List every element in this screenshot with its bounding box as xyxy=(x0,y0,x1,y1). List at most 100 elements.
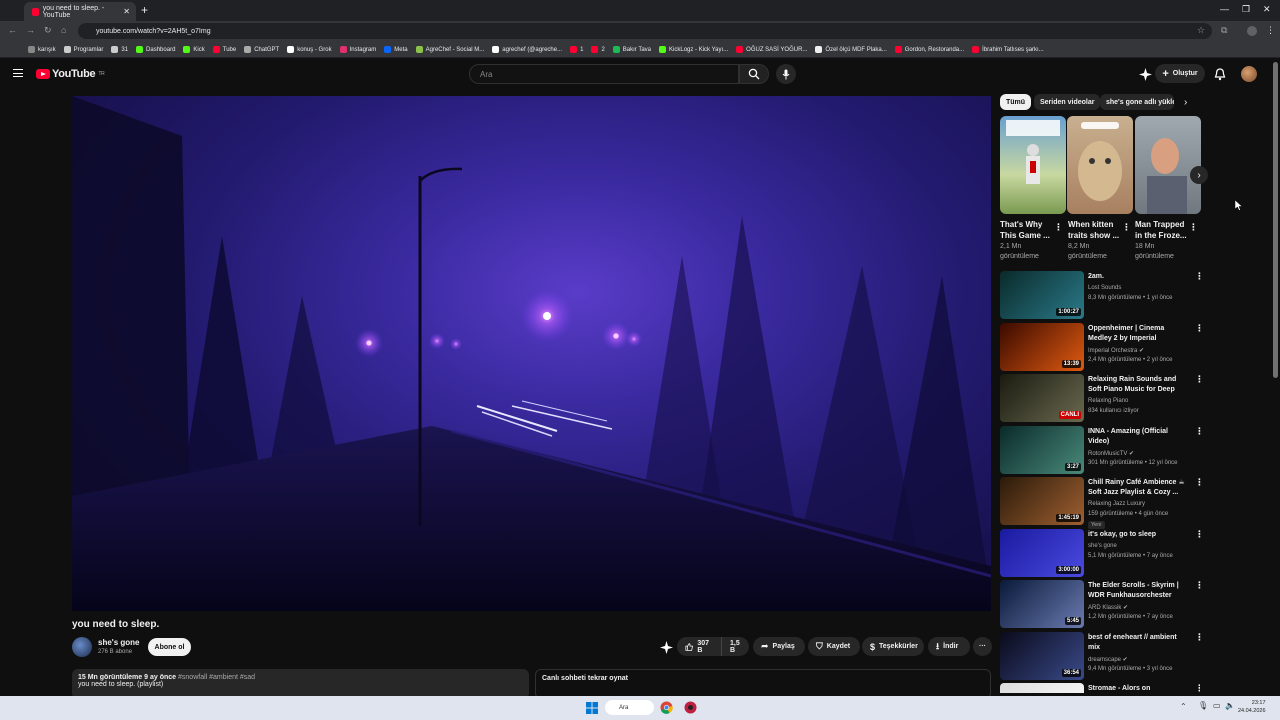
recommendation-thumbnail[interactable]: 36:54 xyxy=(1000,631,1084,680)
chip-uploader[interactable]: she's gone adlı yükleyiciden xyxy=(1100,94,1174,110)
recommendation-thumbnail[interactable]: 3:27 xyxy=(1000,425,1084,474)
short-menu-icon[interactable]: ⋮ xyxy=(1054,222,1063,233)
minimize-icon[interactable]: — xyxy=(1220,4,1229,14)
recommendation-menu-icon[interactable]: ⋮ xyxy=(1195,683,1200,693)
home-icon[interactable]: ⌂ xyxy=(61,25,66,35)
subscribe-button[interactable]: Abone ol xyxy=(148,638,191,656)
recommendation-thumbnail[interactable]: 5:45 xyxy=(1000,580,1084,628)
bookmark-item[interactable]: ChatGPT xyxy=(244,46,279,53)
channel-name[interactable]: she's gone xyxy=(98,638,139,647)
like-button[interactable]: 307 B xyxy=(677,637,721,656)
tray-chevron-icon[interactable]: ⌃ xyxy=(1180,702,1187,711)
recommendation-item[interactable]: 1:00:27 2am. Lost Sounds 8,3 Mn görüntüleme… xyxy=(1000,271,1204,319)
recommendation-item[interactable]: 13:39 Oppenheimer | Cinema Medley 2 by Im… xyxy=(1000,322,1204,371)
bookmark-item[interactable]: Programlar xyxy=(63,46,103,53)
recommendation-channel[interactable]: ARD Klassik ✔ xyxy=(1088,604,1128,611)
bookmark-item[interactable]: agrechef (@agreche... xyxy=(492,46,562,53)
recommendation-menu-icon[interactable]: ⋮ xyxy=(1195,323,1204,334)
bookmark-item[interactable]: 31 xyxy=(111,46,128,53)
account-avatar[interactable] xyxy=(1241,66,1257,82)
extensions-icon[interactable]: ⧉ xyxy=(1221,25,1227,36)
bookmark-item[interactable]: AgreChef - Social M... xyxy=(415,46,484,53)
recommendation-channel[interactable]: RotonMusicTV ✔ xyxy=(1088,450,1134,457)
hashtags[interactable]: #snowfall #ambient #sad xyxy=(178,674,255,681)
recommendation-channel[interactable]: Relaxing Piano xyxy=(1088,398,1128,404)
recommendation-menu-icon[interactable]: ⋮ xyxy=(1195,271,1204,282)
recommendation-channel[interactable]: she's gone xyxy=(1088,543,1117,549)
bookmark-item[interactable]: Bakır Tava xyxy=(612,46,651,53)
short-menu-icon[interactable]: ⋮ xyxy=(1189,222,1198,233)
shorts-next-icon[interactable]: › xyxy=(1190,166,1208,184)
recommendation-title[interactable]: it's okay, go to sleep xyxy=(1088,530,1188,540)
recommendation-menu-icon[interactable]: ⋮ xyxy=(1195,529,1204,540)
chip-next-icon[interactable]: › xyxy=(1184,97,1187,108)
maximize-icon[interactable]: ❐ xyxy=(1242,4,1250,15)
more-actions-button[interactable]: ··· xyxy=(973,637,992,656)
bookmark-item[interactable]: konuş - Grok xyxy=(287,46,332,53)
recommendation-menu-icon[interactable]: ⋮ xyxy=(1195,580,1204,591)
back-icon[interactable]: ← xyxy=(8,25,17,35)
thanks-button[interactable]: $ Teşekkürler xyxy=(862,637,924,656)
bookmark-item[interactable]: Tube xyxy=(212,46,236,53)
recommendation-menu-icon[interactable]: ⋮ xyxy=(1195,632,1204,643)
volume-icon[interactable]: 🔈 xyxy=(1225,701,1235,710)
recommendation-title[interactable]: Stromae - Alors on xyxy=(1088,684,1188,693)
recommendation-thumbnail[interactable] xyxy=(1000,683,1084,693)
forward-icon[interactable]: → xyxy=(26,25,35,35)
bookmark-item[interactable]: 1 xyxy=(570,46,583,53)
reload-icon[interactable]: ↻ xyxy=(44,25,52,36)
chip-all[interactable]: Tümü xyxy=(1000,94,1032,110)
bookmark-item[interactable]: OĞUZ SASİ YOĞUR... xyxy=(736,46,807,53)
share-button[interactable]: ➦ Paylaş xyxy=(753,637,805,656)
recommendation-title[interactable]: The Elder Scrolls - Skyrim | WDR Funkhau… xyxy=(1088,581,1188,601)
recommendation-item[interactable]: 1:45:19 Chill Rainy Café Ambience ☕ Soft … xyxy=(1000,477,1204,529)
recommendation-channel[interactable]: Imperial Orchestra ✔ xyxy=(1088,347,1144,354)
youtube-logo[interactable]: YouTube TR xyxy=(36,68,105,80)
bookmark-item[interactable]: karışık xyxy=(28,46,56,53)
tab-close-icon[interactable]: ✕ xyxy=(123,7,130,16)
download-button[interactable]: ⭳ İndir xyxy=(928,637,970,656)
chip-series[interactable]: Seriden videolar xyxy=(1034,94,1101,110)
hamburger-menu-icon[interactable] xyxy=(13,69,23,77)
bookmark-item[interactable]: Özel ölçü MDF Plaka... xyxy=(815,46,887,53)
recommendation-title[interactable]: 2am. xyxy=(1088,272,1188,282)
recommendation-item[interactable]: CANLI Relaxing Rain Sounds and Soft Piano… xyxy=(1000,374,1204,422)
bookmark-star-icon[interactable]: ☆ xyxy=(1197,25,1205,36)
bookmark-item[interactable]: Kick xyxy=(183,46,205,53)
short-thumbnail[interactable] xyxy=(1067,116,1133,214)
bookmark-item[interactable]: İbrahim Tatlıses şarkı... xyxy=(972,46,1044,53)
voice-search-button[interactable] xyxy=(776,64,796,84)
recommendation-thumbnail[interactable]: 1:45:19 xyxy=(1000,477,1084,525)
recommendation-item[interactable]: 3:27 INNA - Amazing (Official Video) Roton… xyxy=(1000,425,1204,474)
recommendation-thumbnail[interactable]: 1:00:27 xyxy=(1000,271,1084,319)
windows-start-icon[interactable] xyxy=(586,702,598,714)
recommendation-channel[interactable]: Lost Sounds xyxy=(1088,285,1121,291)
live-chat-replay[interactable]: Canlı sohbeti tekrar oynat xyxy=(535,669,991,699)
create-button[interactable]: + Oluştur xyxy=(1155,64,1205,83)
dislike-button[interactable]: 1,5 B xyxy=(721,637,749,656)
search-button[interactable] xyxy=(739,64,769,84)
recommendation-item[interactable]: 5:45 The Elder Scrolls - Skyrim | WDR Fun… xyxy=(1000,580,1204,628)
recommendation-title[interactable]: Oppenheimer | Cinema Medley 2 by Imperia… xyxy=(1088,324,1188,344)
bookmark-item[interactable]: Gordon, Restoranda... xyxy=(894,46,964,53)
bookmark-item[interactable]: 2 xyxy=(591,46,605,53)
video-player[interactable] xyxy=(72,96,991,611)
short-title[interactable]: That's Why This Game ... xyxy=(1000,219,1058,241)
gemini-sparkle-icon[interactable] xyxy=(1139,68,1152,81)
recommendation-thumbnail[interactable]: 3:00:00 xyxy=(1000,528,1084,577)
profile-icon[interactable] xyxy=(1247,26,1257,36)
recommendation-menu-icon[interactable]: ⋮ xyxy=(1195,426,1204,437)
page-scrollbar[interactable] xyxy=(1273,62,1278,378)
recommendation-channel[interactable]: Relaxing Jazz Luxury xyxy=(1088,501,1145,507)
notifications-bell-icon[interactable] xyxy=(1214,68,1226,81)
recommendation-menu-icon[interactable]: ⋮ xyxy=(1195,374,1204,385)
recommendation-item[interactable]: Stromae - Alors on ⋮ xyxy=(1000,683,1200,693)
bookmark-item[interactable]: Meta xyxy=(384,46,408,53)
ask-sparkle-icon[interactable] xyxy=(660,641,673,654)
recommendation-item[interactable]: 3:00:00 it's okay, go to sleep she's gone 5… xyxy=(1000,528,1204,577)
recommendation-channel[interactable]: dreamscape ✔ xyxy=(1088,656,1128,663)
short-thumbnail[interactable] xyxy=(1135,116,1201,214)
recommendation-title[interactable]: best of eneheart // ambient mix xyxy=(1088,633,1188,653)
recommendation-title[interactable]: Chill Rainy Café Ambience ☕ Soft Jazz Pl… xyxy=(1088,478,1188,498)
recommendation-item[interactable]: 36:54 best of eneheart // ambient mix drea… xyxy=(1000,631,1204,680)
